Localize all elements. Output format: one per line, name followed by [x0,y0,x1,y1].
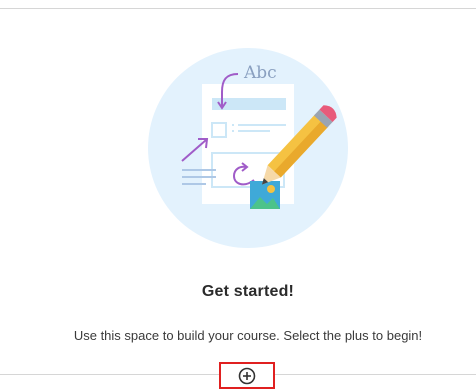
top-divider [0,8,476,9]
page-title: Get started! [201,283,295,300]
abc-label: Abc [243,63,277,83]
document-pencil-icon: Abc [148,48,348,248]
plus-circle-icon [238,367,256,384]
course-builder-page: Abc Get started! Use this space to build… [0,0,476,392]
empty-state-message: Use this space to build your course. Sel… [73,328,423,343]
add-content-button[interactable] [219,362,275,389]
